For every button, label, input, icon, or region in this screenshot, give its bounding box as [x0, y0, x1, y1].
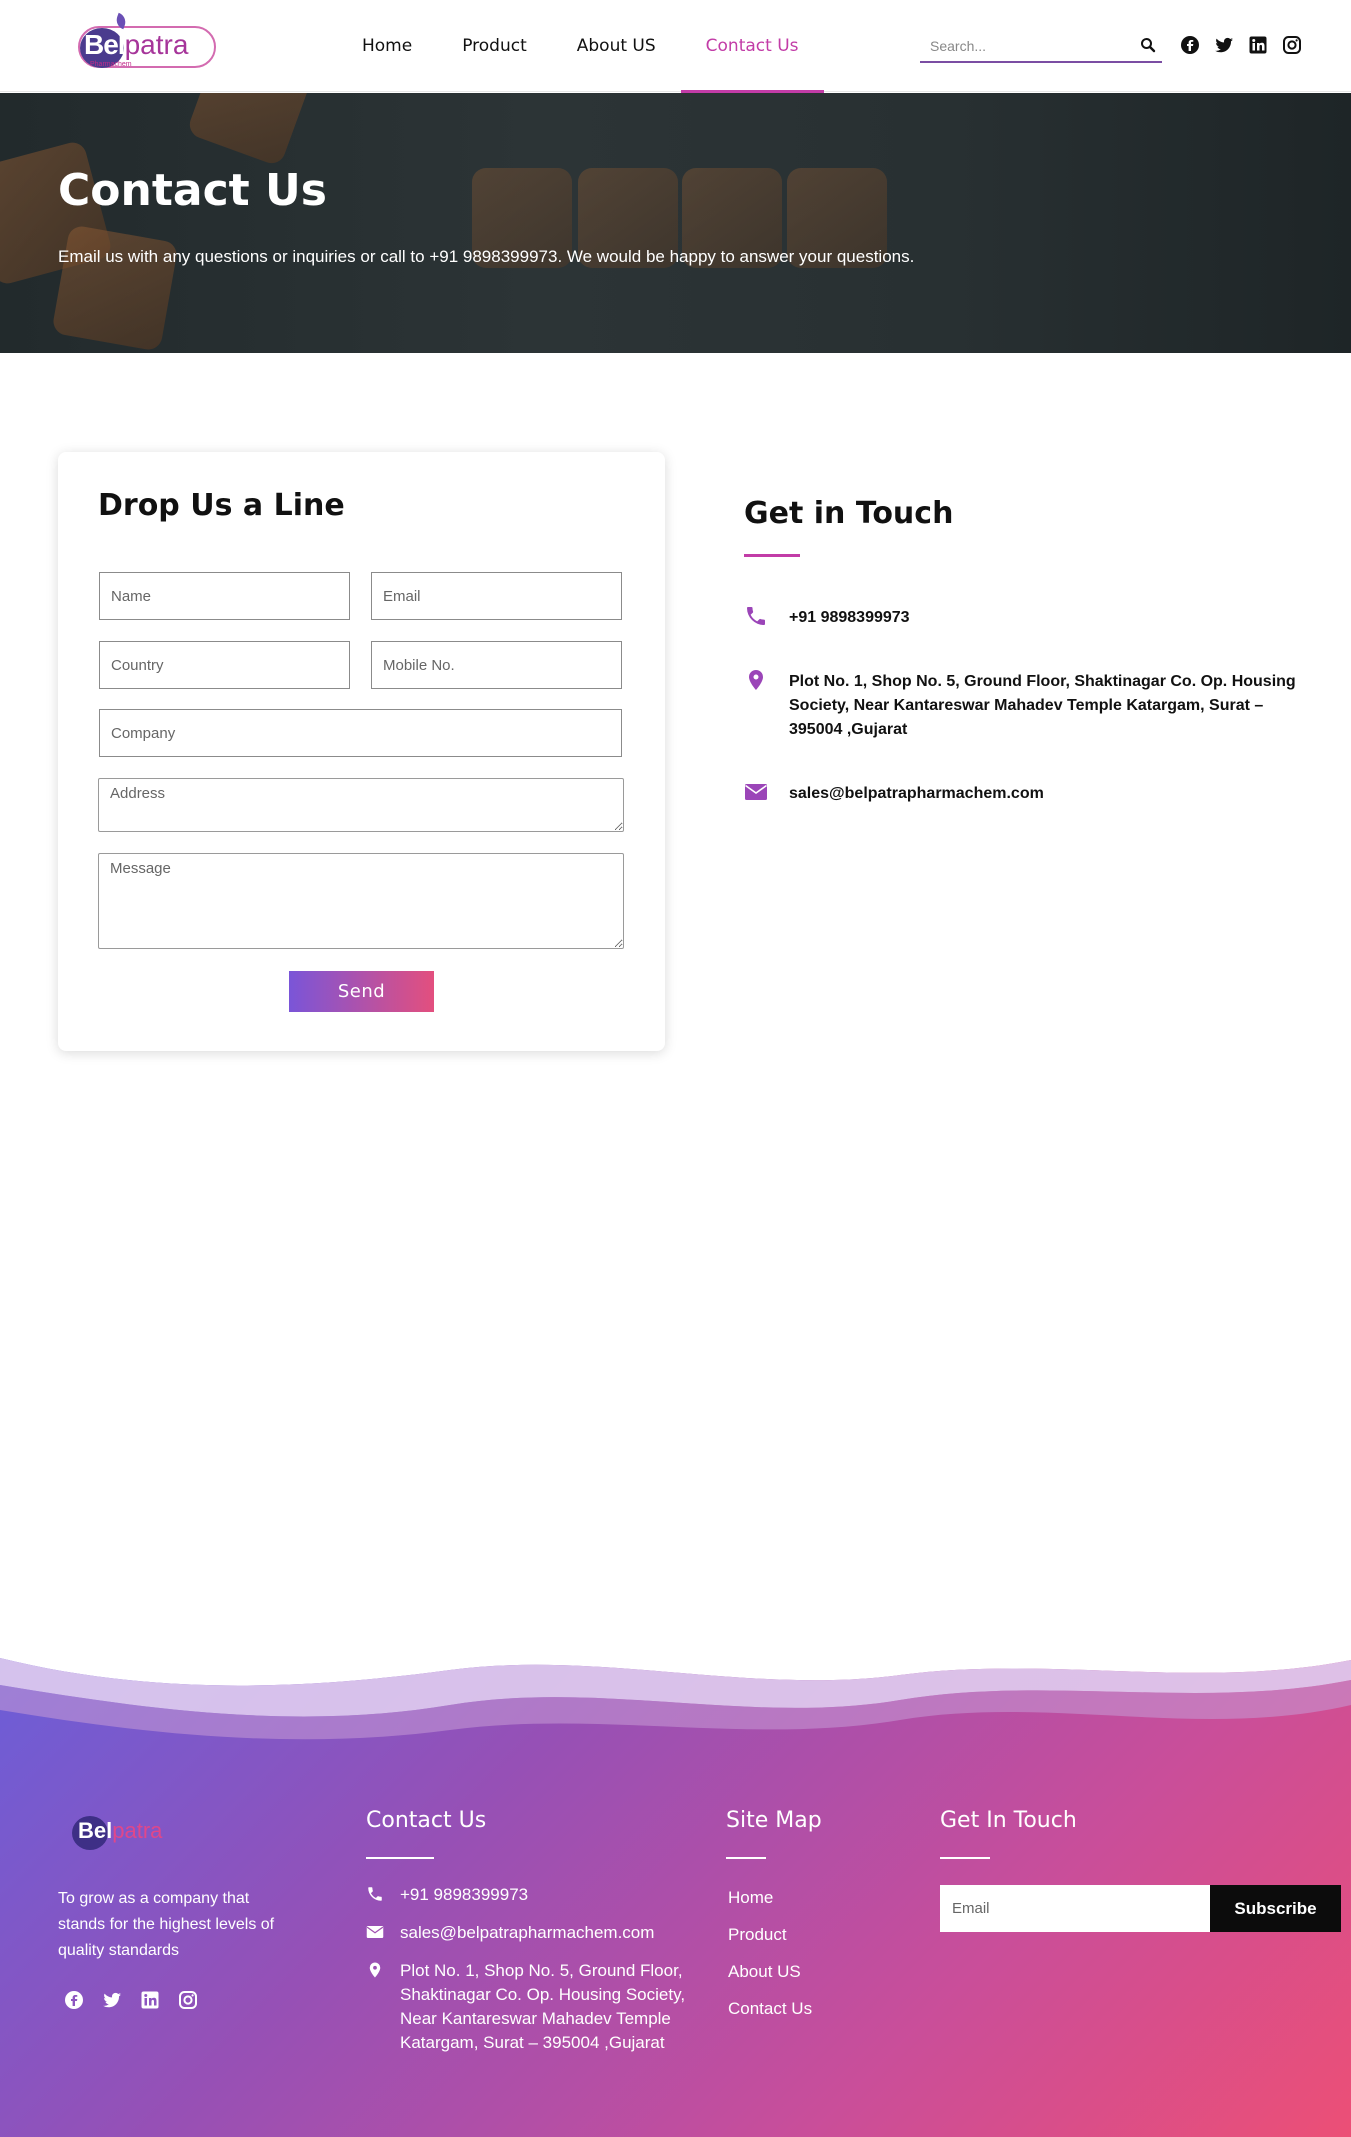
- footer-logo-part1: Bel: [78, 1818, 113, 1843]
- contact-form-card: Drop Us a Line Send: [58, 452, 665, 1051]
- main-nav: Home Product About US Contact Us: [337, 0, 824, 93]
- hero-description: Email us with any questions or inquiries…: [58, 247, 915, 266]
- hero-decor-cube: [51, 224, 179, 352]
- search-icon[interactable]: [1140, 37, 1156, 53]
- address-field[interactable]: [98, 778, 624, 832]
- footer-title-underline: [940, 1857, 990, 1859]
- footer-about-text: To grow as a company that stands for the…: [58, 1890, 275, 1959]
- twitter-icon[interactable]: [1214, 35, 1234, 55]
- site-footer: Belpatra To grow as a company that stand…: [0, 1650, 1351, 2137]
- linkedin-icon[interactable]: [140, 1990, 160, 2010]
- nav-item-product[interactable]: Product: [437, 0, 552, 92]
- nav-item-about[interactable]: About US: [552, 0, 681, 92]
- page-title: Contact Us: [58, 165, 327, 216]
- linkedin-icon[interactable]: [1248, 35, 1268, 55]
- logo-text: Belpatra: [84, 29, 188, 61]
- contact-phone-text[interactable]: +91 9898399973: [789, 606, 1309, 630]
- nav-item-home[interactable]: Home: [337, 0, 437, 92]
- footer-link-product[interactable]: Product: [728, 1925, 787, 1945]
- get-in-touch-title: Get in Touch: [744, 496, 954, 531]
- twitter-icon[interactable]: [102, 1990, 122, 2010]
- contact-email-text[interactable]: sales@belpatrapharmachem.com: [789, 782, 1309, 806]
- nav-item-contact[interactable]: Contact Us: [680, 0, 824, 93]
- location-pin-icon: [369, 1962, 381, 1978]
- footer-link-about[interactable]: About US: [728, 1962, 801, 1982]
- location-pin-icon: [749, 670, 763, 690]
- footer-title-underline: [366, 1857, 434, 1859]
- facebook-icon[interactable]: [64, 1990, 84, 2010]
- form-title: Drop Us a Line: [98, 488, 345, 523]
- hero-decor-cube: [185, 93, 315, 168]
- company-field[interactable]: [99, 709, 622, 757]
- message-field[interactable]: [98, 853, 624, 949]
- footer-link-contact[interactable]: Contact Us: [728, 1999, 812, 2019]
- footer-contact-title: Contact Us: [366, 1808, 487, 1833]
- contact-address-text: Plot No. 1, Shop No. 5, Ground Floor, Sh…: [789, 673, 1296, 738]
- phone-icon: [747, 607, 765, 625]
- footer-link-home[interactable]: Home: [728, 1888, 773, 1908]
- footer-title-underline: [726, 1857, 766, 1859]
- search-input[interactable]: [920, 33, 1120, 59]
- logo-tagline: Pharmachem: [90, 61, 132, 68]
- instagram-icon[interactable]: [1282, 35, 1302, 55]
- phone-icon: [368, 1887, 382, 1901]
- footer-socials: [64, 1990, 198, 2010]
- footer-phone-text[interactable]: +91 9898399973: [400, 1883, 700, 1907]
- header-socials: [1180, 35, 1302, 55]
- site-header: Belpatra Pharmachem Home Product About U…: [0, 0, 1351, 93]
- name-field[interactable]: [99, 572, 350, 620]
- send-button[interactable]: Send: [289, 971, 434, 1012]
- footer-address-text: Plot No. 1, Shop No. 5, Ground Floor, Sh…: [400, 1961, 686, 2052]
- footer-logo-part2: patra: [112, 1818, 163, 1843]
- footer-logo[interactable]: Belpatra: [72, 1810, 172, 1854]
- brand-logo[interactable]: Belpatra Pharmachem: [78, 12, 218, 70]
- email-field[interactable]: [371, 572, 622, 620]
- envelope-icon: [745, 784, 767, 800]
- logo-text-part1: Bel: [84, 29, 126, 60]
- footer-email-text[interactable]: sales@belpatrapharmachem.com: [400, 1921, 700, 1945]
- title-underline: [744, 554, 800, 557]
- subscribe-email-input[interactable]: [940, 1885, 1210, 1932]
- logo-text-part2: patra: [124, 29, 189, 60]
- envelope-icon: [366, 1926, 384, 1938]
- hero-banner: Contact Us Email us with any questions o…: [0, 93, 1351, 353]
- footer-sitemap-title: Site Map: [726, 1808, 822, 1833]
- instagram-icon[interactable]: [178, 1990, 198, 2010]
- country-field[interactable]: [99, 641, 350, 689]
- footer-logo-text: Belpatra: [78, 1818, 162, 1844]
- search-box: [920, 33, 1162, 63]
- facebook-icon[interactable]: [1180, 35, 1200, 55]
- footer-wave-decor: [0, 1650, 1351, 1740]
- subscribe-form: Subscribe: [940, 1885, 1341, 1932]
- subscribe-button[interactable]: Subscribe: [1210, 1885, 1341, 1932]
- footer-touch-title: Get In Touch: [940, 1808, 1077, 1833]
- mobile-field[interactable]: [371, 641, 622, 689]
